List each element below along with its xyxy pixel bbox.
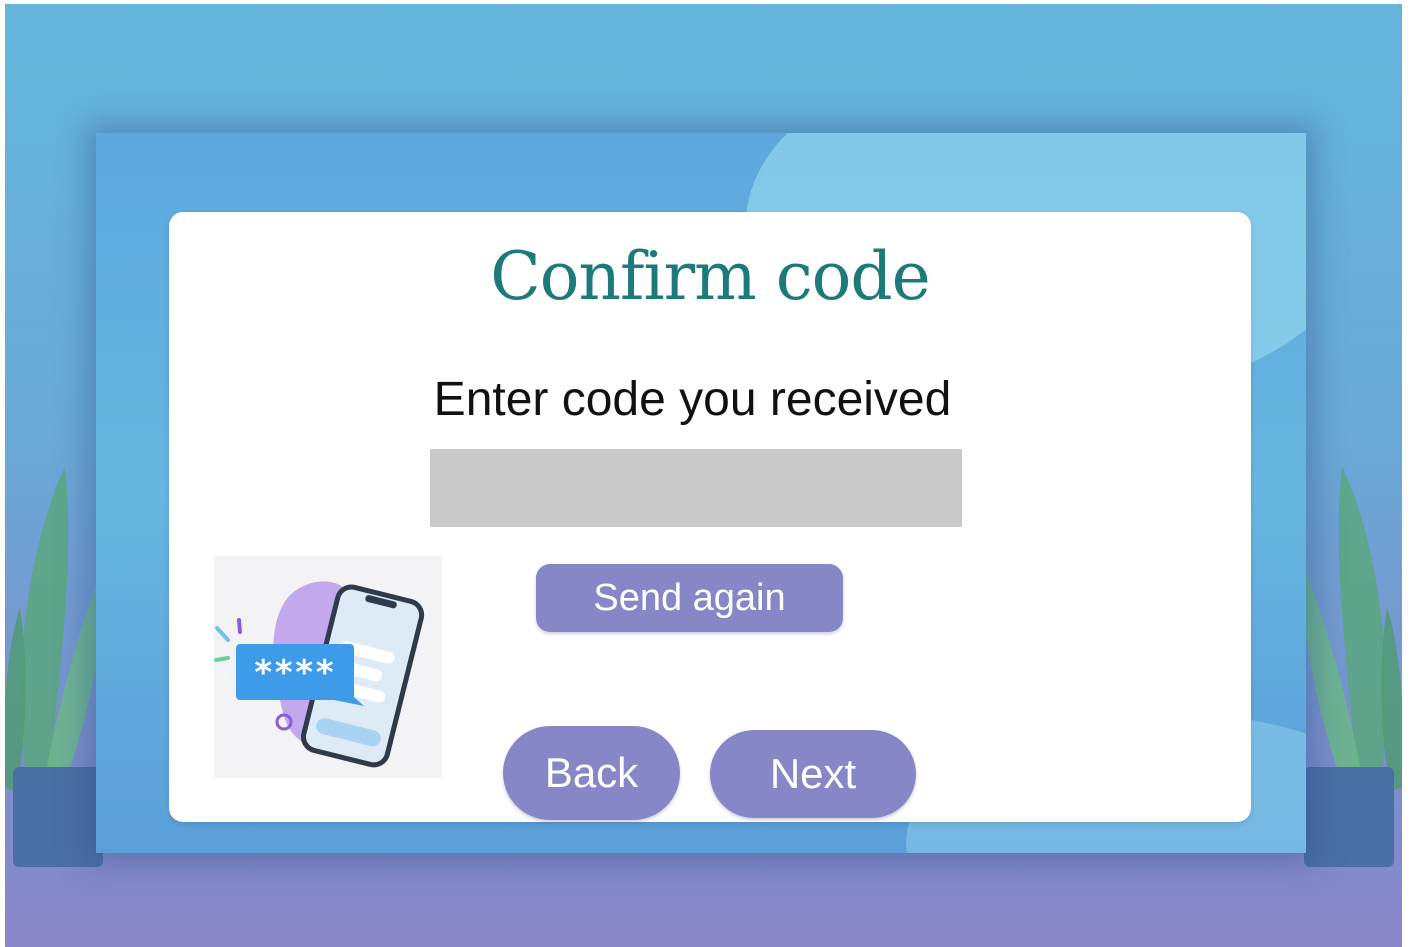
dialog-subtitle: Enter code you received	[433, 373, 952, 426]
masked-code-text: ****	[253, 653, 335, 693]
next-button[interactable]: Next	[710, 730, 916, 818]
send-again-button[interactable]: Send again	[536, 564, 843, 632]
phone-code-icon: ****	[214, 581, 425, 768]
phone-code-illustration: ****	[214, 556, 442, 778]
dialog-title: Confirm code	[490, 238, 930, 315]
back-button[interactable]: Back	[503, 726, 680, 820]
plant-right-decoration	[1297, 467, 1402, 867]
code-input[interactable]	[430, 449, 962, 527]
confirm-code-dialog: Confirm code Enter code you received ***…	[169, 212, 1251, 822]
